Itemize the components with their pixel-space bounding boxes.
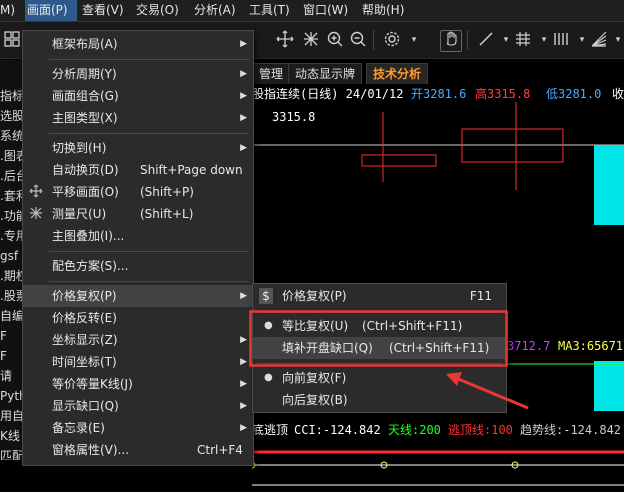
annotation-overlay bbox=[249, 310, 529, 410]
highlight-box bbox=[249, 310, 508, 367]
annotation-arrow bbox=[455, 376, 529, 410]
